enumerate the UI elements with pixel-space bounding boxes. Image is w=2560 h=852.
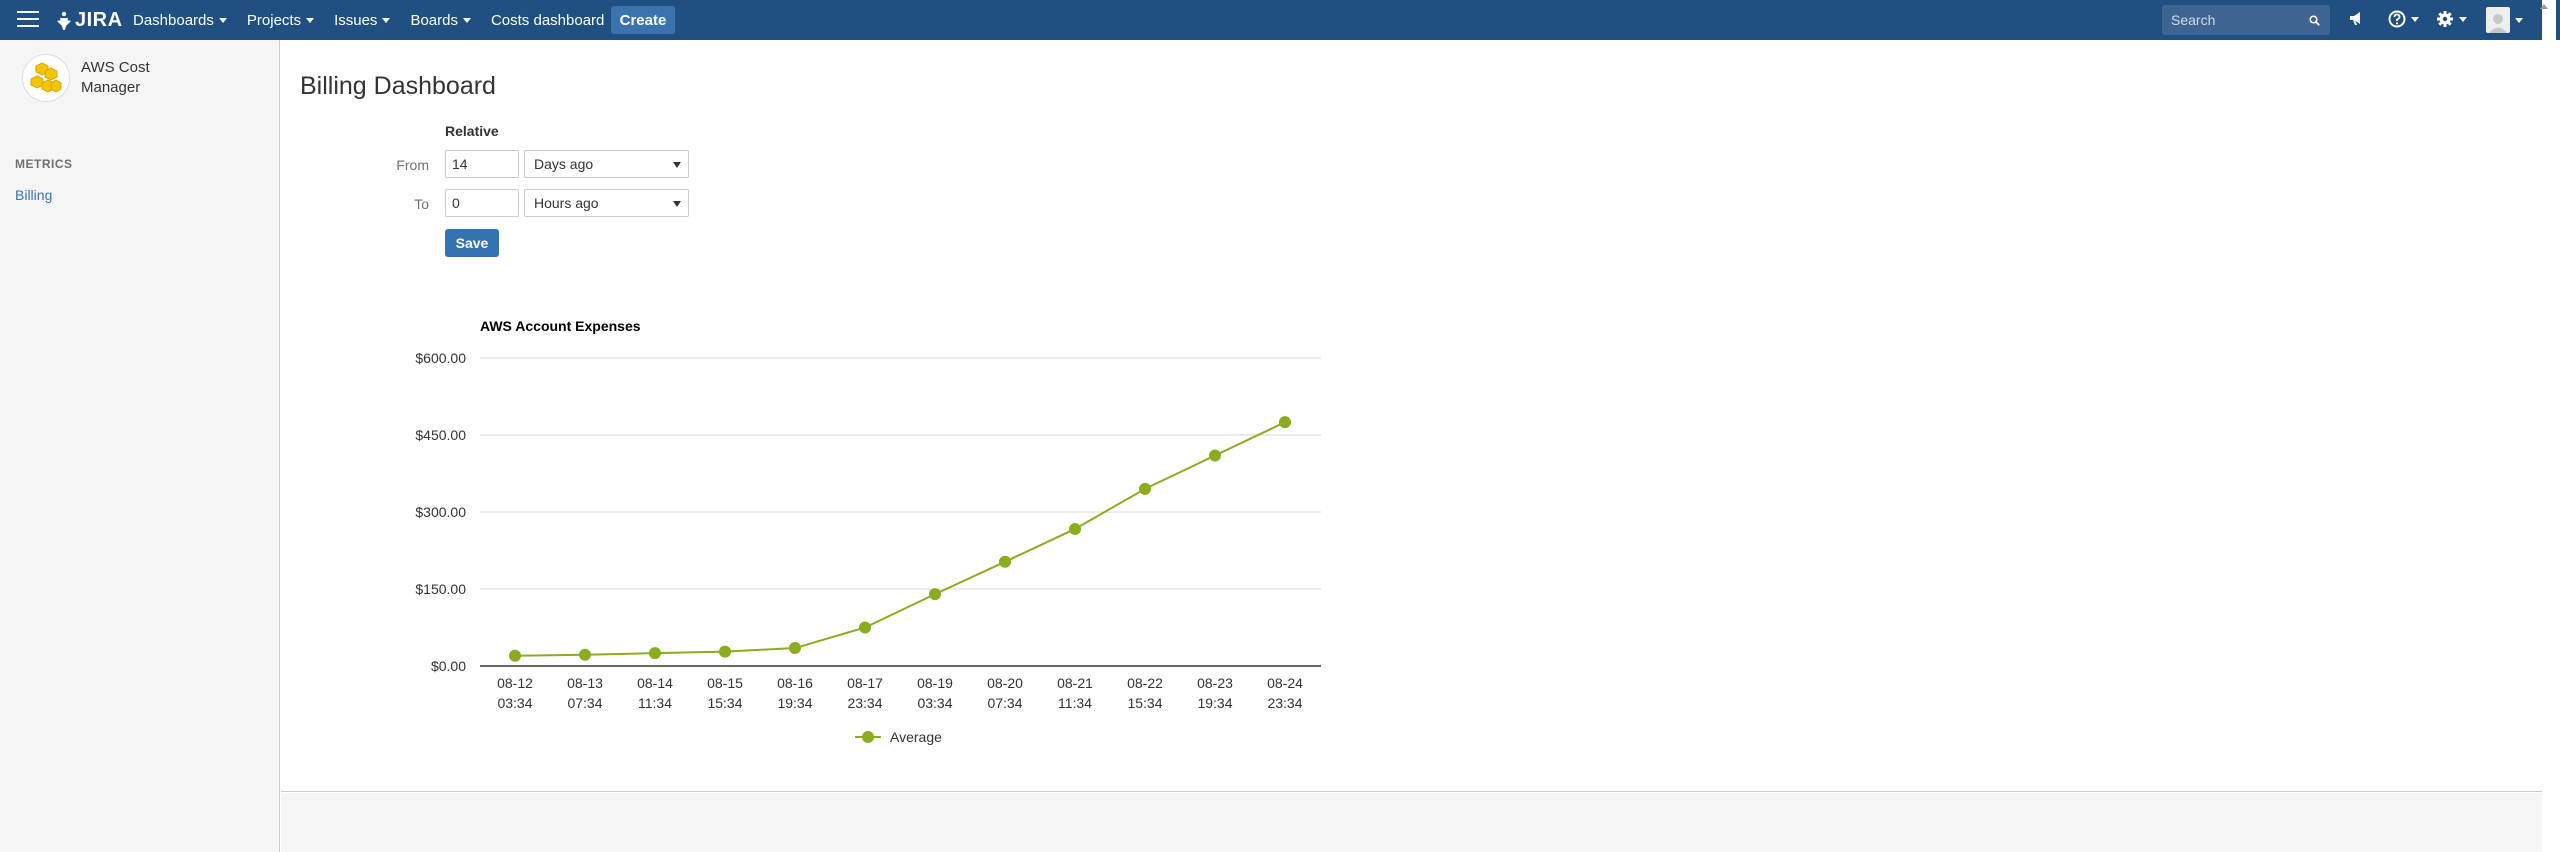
announcement-icon[interactable]: [2348, 10, 2364, 26]
x-tick-label: 03:34: [497, 695, 532, 711]
chevron-down-icon: [2411, 16, 2419, 22]
data-point[interactable]: [509, 649, 521, 662]
data-point[interactable]: [719, 645, 731, 658]
megaphone-icon: [2350, 12, 2360, 25]
chevron-down-icon: [2515, 17, 2523, 23]
x-tick-label: 23:34: [847, 695, 882, 711]
nav-costs-dashboard[interactable]: Costs dashboard: [491, 12, 604, 29]
data-point[interactable]: [1069, 522, 1081, 535]
x-tick-label: 15:34: [707, 695, 742, 711]
y-tick-label: $300.00: [415, 504, 466, 520]
project-name: AWS Cost Manager: [81, 59, 150, 96]
project-header[interactable]: AWS Cost Manager: [22, 54, 161, 102]
settings-menu[interactable]: [2436, 10, 2467, 28]
main-content: Billing Dashboard Relative From Days ago…: [281, 50, 2543, 792]
nav-projects-label: Projects: [246, 11, 302, 29]
help-menu[interactable]: [2388, 10, 2419, 28]
nav-dashboards[interactable]: Dashboards: [133, 12, 227, 29]
x-tick-label: 11:34: [638, 695, 672, 711]
aws-cubes-icon: [30, 62, 62, 93]
user-profile-menu[interactable]: [2486, 7, 2523, 33]
x-tick-label: 23:34: [1267, 695, 1302, 711]
x-tick-label: 08-15: [707, 675, 743, 691]
x-tick-label: 08-23: [1197, 675, 1233, 691]
chart-title: AWS Account Expenses: [480, 318, 641, 334]
nav-issues[interactable]: Issues: [334, 11, 391, 29]
x-tick-label: 07:34: [987, 695, 1022, 711]
gear-icon: [2437, 11, 2453, 27]
y-tick-label: $600.00: [415, 350, 466, 366]
x-tick-label: 08-20: [987, 675, 1023, 691]
data-point[interactable]: [859, 621, 871, 634]
x-tick-label: 11:34: [1058, 695, 1092, 711]
nav-dashboards-label: Dashboards: [133, 11, 214, 29]
x-tick-label: 08-12: [497, 675, 533, 691]
y-tick-label: $450.00: [415, 427, 466, 443]
sidebar-section-metrics: METRICS: [15, 157, 73, 171]
data-point[interactable]: [649, 647, 661, 660]
search-box: [2162, 5, 2330, 35]
x-tick-label: 08-17: [847, 675, 883, 691]
series-line: [514, 421, 1286, 657]
data-point[interactable]: [789, 642, 801, 655]
x-tick-label: 07:34: [567, 695, 602, 711]
nav-issues-label: Issues: [334, 11, 378, 29]
nav-costs-dashboard-label: Costs dashboard: [490, 11, 605, 29]
data-point[interactable]: [579, 648, 591, 661]
data-point[interactable]: [999, 555, 1011, 568]
project-sidebar: AWS Cost Manager METRICS Billing: [0, 40, 280, 852]
main-nav-links: Dashboards Projects Issues Boards Costs …: [133, 0, 624, 40]
user-avatar-icon: [2489, 14, 2507, 33]
scroll-up-arrow-icon[interactable]: [2540, 4, 2548, 9]
x-tick-label: 19:34: [777, 695, 812, 711]
scrollbar[interactable]: [2540, 0, 2556, 852]
chevron-down-icon: [218, 17, 227, 23]
create-button[interactable]: Create: [611, 6, 675, 34]
legend-label[interactable]: Average: [890, 729, 942, 745]
y-tick-label: $150.00: [415, 581, 466, 597]
data-point[interactable]: [1209, 449, 1221, 462]
chevron-down-icon: [306, 17, 315, 23]
app-switcher-menu-icon[interactable]: [17, 11, 39, 29]
project-avatar: [22, 54, 70, 102]
y-tick-label: $0.00: [431, 658, 466, 674]
x-tick-label: 08-16: [777, 675, 813, 691]
x-tick-label: 08-13: [567, 675, 603, 691]
x-tick-label: 08-24: [1267, 675, 1303, 691]
jira-logo-icon: [57, 11, 71, 30]
search-input[interactable]: [2162, 5, 2302, 35]
jira-logo[interactable]: JIRA: [56, 9, 123, 32]
chevron-down-icon: [462, 17, 471, 23]
x-tick-label: 15:34: [1127, 695, 1162, 711]
x-tick-label: 03:34: [917, 695, 952, 711]
search-icon[interactable]: [2309, 15, 2320, 26]
x-tick-label: 08-14: [637, 675, 673, 691]
user-avatar: [2486, 7, 2510, 33]
x-tick-label: 08-21: [1057, 675, 1093, 691]
chevron-down-icon: [382, 17, 391, 23]
nav-boards-label: Boards: [410, 11, 458, 29]
top-navigation-bar: JIRA Dashboards Projects Issues Boards C…: [0, 0, 2560, 40]
legend-marker: [862, 731, 874, 743]
help-icon: [2388, 10, 2406, 28]
chevron-down-icon: [2459, 16, 2467, 22]
page-footer: [281, 793, 2543, 852]
sidebar-item-billing[interactable]: Billing: [15, 187, 52, 203]
data-point[interactable]: [1279, 416, 1291, 429]
data-point[interactable]: [1139, 482, 1151, 495]
x-tick-label: 08-22: [1127, 675, 1163, 691]
x-tick-label: 08-19: [917, 675, 953, 691]
nav-boards[interactable]: Boards: [410, 12, 471, 29]
nav-projects[interactable]: Projects: [246, 11, 315, 29]
jira-logo-text: JIRA: [75, 9, 123, 31]
aws-expenses-chart: AWS Account Expenses $600.00 $450.00 $300.…: [415, 318, 1321, 745]
x-tick-label: 19:34: [1197, 695, 1232, 711]
data-point[interactable]: [929, 588, 941, 601]
